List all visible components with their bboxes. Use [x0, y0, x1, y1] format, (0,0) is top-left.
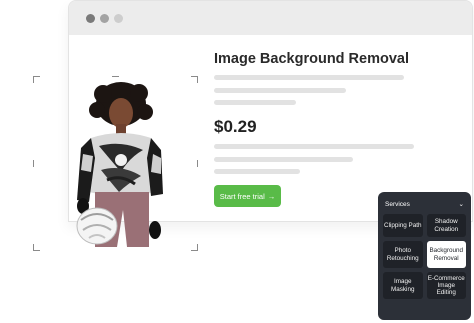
window-dot-icon: [86, 13, 95, 23]
service-background-removal[interactable]: Background Removal: [426, 241, 466, 268]
window-dot-icon: [114, 13, 123, 23]
browser-title-bar: [69, 1, 472, 35]
model-photo: [37, 80, 194, 247]
placeholder-text-line: [214, 169, 300, 174]
crop-handle[interactable]: [33, 160, 34, 167]
arrow-right-icon: →: [267, 191, 276, 201]
service-image-masking[interactable]: Image Masking: [383, 272, 423, 299]
image-selection-frame[interactable]: [33, 76, 198, 251]
services-panel: Services ⌄ Clipping Path Shadow Creation…: [378, 192, 471, 320]
services-dropdown-header[interactable]: Services ⌄: [383, 198, 466, 210]
start-free-trial-button[interactable]: Start free trial →: [214, 185, 281, 207]
woman-with-helmet-illustration: [76, 82, 163, 247]
product-title: Image Background Removal: [214, 51, 409, 67]
service-ecommerce-image-editing[interactable]: E-Commerce Image Editing: [426, 272, 466, 299]
service-photo-retouching[interactable]: Photo Retouching: [383, 241, 423, 268]
window-dot-icon: [100, 13, 109, 23]
placeholder-text-line: [214, 157, 353, 162]
placeholder-text-line: [214, 88, 346, 93]
chevron-down-icon: ⌄: [458, 201, 464, 208]
service-clipping-path[interactable]: Clipping Path: [383, 214, 423, 237]
crop-handle[interactable]: [197, 160, 198, 167]
placeholder-text-line: [214, 144, 414, 149]
cta-label: Start free trial: [219, 191, 265, 201]
crop-handle[interactable]: [112, 76, 119, 77]
placeholder-text-line: [214, 100, 296, 105]
placeholder-text-line: [214, 75, 404, 80]
service-shadow-creation[interactable]: Shadow Creation: [426, 214, 466, 237]
product-price: $0.29: [214, 117, 257, 136]
services-title: Services: [385, 200, 410, 208]
page: Image Background Removal $0.29 Start fre…: [0, 0, 474, 323]
services-grid: Clipping Path Shadow Creation Photo Reto…: [383, 214, 466, 299]
